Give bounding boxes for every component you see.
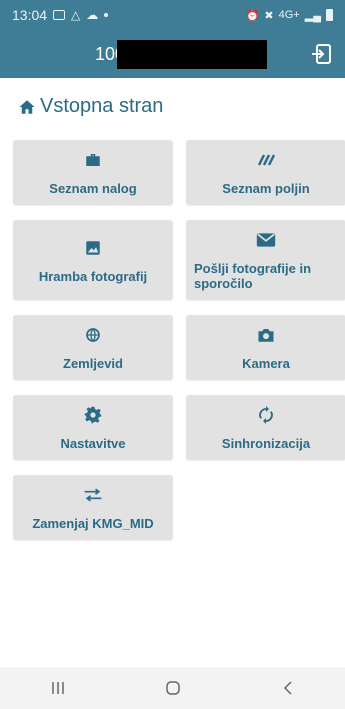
recent-apps-icon [51,682,64,694]
mail-icon [256,233,276,247]
mute-icon: ✖ [264,9,274,22]
tile-hramba-fotografij[interactable]: Hramba fotografij [13,220,173,300]
status-time: 13:04 [12,7,48,23]
tile-label: Seznam nalog [49,181,137,196]
more-notifications-icon [104,13,109,17]
cloud-notification-icon: ☁ [86,8,99,22]
recent-apps-button[interactable] [38,673,78,703]
tile-seznam-nalog[interactable]: Seznam nalog [13,140,173,205]
app-bar: 100 [0,30,345,78]
redacted-block [117,40,267,69]
tile-nastavitve[interactable]: Nastavitve [13,395,173,460]
alarm-icon: ⏰ [245,9,260,22]
sync-icon [259,406,273,424]
signal-icon: ▂▄ [304,9,321,22]
tile-label: Kamera [242,356,290,371]
globe-icon [86,328,100,342]
tile-poslji-fotografije[interactable]: Pošlji fotografije in sporočilo [186,220,345,300]
tile-sinhronizacija[interactable]: Sinhronizacija [186,395,345,460]
network-type-label: 4G+ [278,9,300,21]
page-title: Vstopna stran [40,95,164,117]
field-lines-icon [257,154,276,166]
back-icon [283,681,292,695]
tile-zemljevid[interactable]: Zemljevid [13,315,173,380]
briefcase-icon [86,154,100,166]
camera-icon [258,329,274,342]
swap-icon [84,488,102,502]
home-icon [19,99,35,114]
tile-label: Zemljevid [63,356,123,371]
tile-seznam-poljin[interactable]: Seznam poljin [186,140,345,205]
logout-icon [312,44,331,64]
gallery-notification-icon [53,10,66,20]
tile-label: Zamenjaj KMG_MID [32,516,154,531]
gear-icon [84,406,102,424]
logout-button[interactable] [309,42,333,66]
system-nav-bar [0,667,345,709]
drive-notification-icon: △ [71,8,81,22]
image-icon [86,240,100,255]
tile-label: Pošlji fotografije in sporočilo [194,261,312,291]
battery-icon [326,9,333,21]
tile-label: Hramba fotografij [38,268,148,284]
tile-label: Seznam poljin [222,181,310,196]
page-heading: Vstopna stran [18,95,163,118]
tile-zamenjaj-kmg-mid[interactable]: Zamenjaj KMG_MID [13,475,173,540]
home-circle-icon [165,681,180,695]
tile-label: Nastavitve [60,436,126,451]
tile-label: Sinhronizacija [221,436,311,451]
tile-kamera[interactable]: Kamera [186,315,345,380]
back-button[interactable] [268,673,308,703]
status-bar: 13:04 △ ☁ ⏰ ✖ 4G+ ▂▄ [0,0,345,30]
home-button[interactable] [153,673,193,703]
